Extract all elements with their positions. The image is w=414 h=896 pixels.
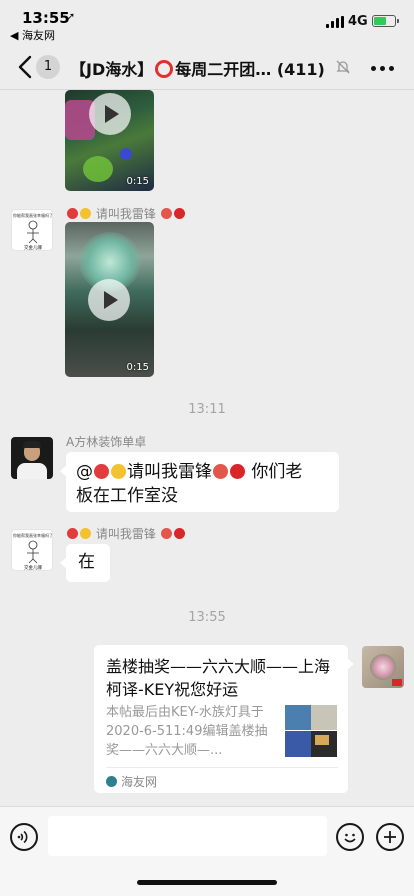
status-bar: 13:55 ➚ ◀ 海友网 4G	[0, 0, 414, 44]
mute-bell-icon	[334, 58, 352, 76]
battery-icon	[372, 15, 399, 27]
link-card-divider	[106, 767, 338, 768]
watermelon-icon	[160, 208, 172, 219]
red-circle-icon	[155, 60, 174, 78]
banana-icon	[80, 208, 91, 219]
banana-icon	[111, 464, 126, 479]
signal-icon	[326, 16, 344, 28]
svg-text:你能帮我画张幸福吗了: 你能帮我画张幸福吗了	[13, 532, 53, 538]
message-input[interactable]	[48, 816, 327, 856]
chat-title-main: 每周二开团…	[175, 60, 272, 79]
chat-header: 1 【JD海水】 每周二开团… (411)	[0, 44, 414, 90]
video-duration: 0:15	[126, 176, 149, 187]
message-bubble[interactable]: @ 请叫我雷锋 你们老 板在工作室没	[60, 452, 339, 512]
svg-text:交金儿哪: 交金儿哪	[24, 564, 42, 571]
member-count: (411)	[276, 60, 325, 79]
network-type: 4G	[348, 14, 368, 29]
site-logo-icon	[106, 776, 117, 787]
time-divider: 13:55	[188, 610, 226, 625]
my-avatar[interactable]	[362, 646, 404, 688]
banana-icon	[80, 528, 91, 539]
chat-title-prefix: 【JD海水】	[70, 60, 154, 79]
play-icon[interactable]	[88, 279, 130, 321]
back-chevron-icon[interactable]	[14, 53, 38, 81]
chat-title[interactable]: 【JD海水】 每周二开团… (411)	[70, 56, 340, 80]
more-options-icon[interactable]	[370, 54, 396, 80]
strawberry-icon	[67, 208, 78, 219]
video-duration: 0:15	[126, 362, 149, 373]
apple-icon	[230, 464, 245, 479]
link-card[interactable]: 盖楼抽奖——六六大顺——上海柯译-KEY祝您好运 本帖最后由KEY-水族灯具于2…	[94, 645, 354, 793]
watermelon-icon	[160, 528, 172, 539]
link-card-source: 海友网	[106, 773, 157, 790]
time-divider: 13:11	[188, 402, 226, 417]
sender-name: 请叫我雷锋	[66, 205, 186, 222]
video-message[interactable]: 0:15	[65, 90, 154, 191]
status-time: 13:55	[22, 9, 70, 27]
avatar[interactable]	[11, 437, 53, 479]
avatar[interactable]: 你能帮我画张幸福吗了 交金儿哪	[11, 209, 53, 251]
avatar[interactable]: 你能帮我画张幸福吗了 交金儿哪	[11, 529, 53, 571]
strawberry-icon	[94, 464, 109, 479]
sender-name: 请叫我雷锋	[66, 525, 186, 542]
sender-name: A方林装饰单卓	[66, 435, 147, 449]
message-text: @ 请叫我雷锋 你们老	[76, 462, 303, 482]
emoji-icon[interactable]	[336, 823, 364, 851]
svg-text:交金儿哪: 交金儿哪	[24, 244, 42, 251]
link-card-description: 本帖最后由KEY-水族灯具于2020-6-511:49编辑盖楼抽奖——六六大顺—…	[106, 705, 268, 758]
message-list[interactable]: 0:15 你能帮我画张幸福吗了 交金儿哪 请叫我雷锋 0:15 13:11 A方…	[0, 90, 414, 806]
voice-input-icon[interactable]	[10, 823, 38, 851]
unread-count-badge[interactable]: 1	[36, 55, 60, 79]
apple-icon	[173, 208, 185, 219]
strawberry-icon	[67, 528, 78, 539]
apple-icon	[173, 528, 185, 539]
plus-icon[interactable]	[376, 823, 404, 851]
play-icon[interactable]	[89, 93, 131, 135]
link-card-title: 盖楼抽奖——六六大顺——上海柯译-KEY祝您好运	[106, 657, 331, 699]
watermelon-icon	[213, 464, 228, 479]
back-to-app-link[interactable]: ◀ 海友网	[10, 27, 55, 43]
home-indicator	[137, 880, 277, 885]
message-text-line2: 板在工作室没	[76, 486, 178, 506]
message-bubble[interactable]: 在	[60, 544, 110, 582]
link-card-thumbnail	[285, 705, 337, 757]
video-message[interactable]: 0:15	[65, 222, 154, 377]
location-arrow-icon: ➚	[66, 10, 76, 23]
svg-text:你能帮我画张幸福吗了: 你能帮我画张幸福吗了	[13, 212, 53, 218]
